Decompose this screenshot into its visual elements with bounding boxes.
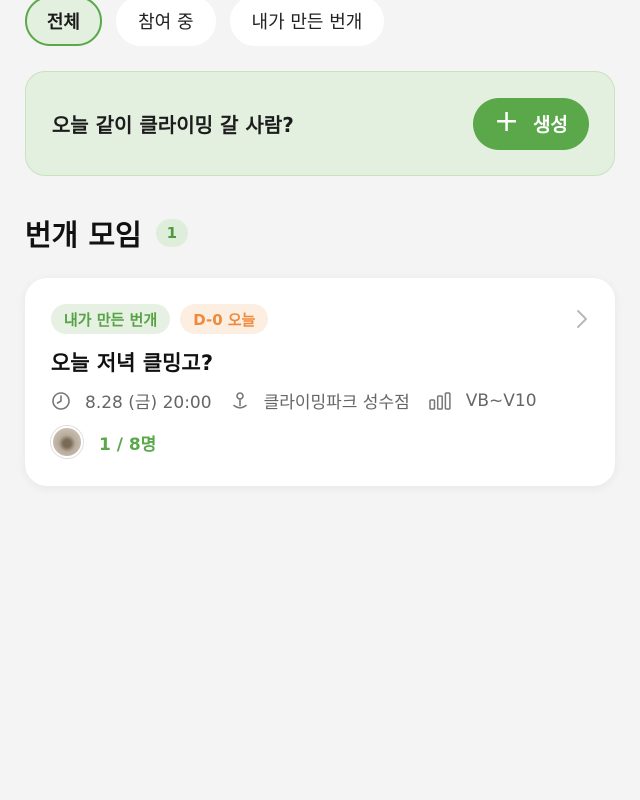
meetup-title: 오늘 저녁 클밍고? — [51, 351, 214, 375]
tag-dday: D-0 오늘 — [180, 304, 269, 334]
meetup-tags: 내가 만든 번개 D-0 오늘 — [51, 304, 269, 334]
tag-mine: 내가 만든 번개 — [51, 304, 171, 334]
member-count: 1 / 8명 — [99, 434, 157, 455]
meetup-card[interactable]: 내가 만든 번개 D-0 오늘 오늘 저녁 클밍고? 8.28 (금) 20:0… — [25, 278, 615, 486]
banner-text: 오늘 같이 클라이밍 갈 사람? — [52, 113, 294, 137]
create-button-label: 생성 — [533, 114, 569, 136]
meetup-level: VB~V10 — [465, 390, 537, 411]
plus-icon: + — [493, 104, 520, 139]
meetup-place: 클라이밍파크 성수점 — [263, 393, 410, 413]
count-badge: 1 — [155, 219, 188, 247]
create-banner: 오늘 같이 클라이밍 갈 사람? + 생성 — [25, 71, 615, 176]
filter-tabs: 전체 참여 중 내가 만든 번개 — [25, 0, 385, 46]
section-title: 번개 모임 — [25, 218, 142, 252]
section-header: 번개 모임 1 — [25, 212, 188, 254]
filter-mine-chip[interactable]: 내가 만든 번개 — [229, 0, 385, 46]
avatar — [51, 426, 83, 458]
meetup-members: 1 / 8명 — [51, 426, 156, 458]
level-bars-icon — [428, 391, 451, 410]
clock-icon — [52, 391, 70, 410]
filter-all-chip[interactable]: 전체 — [25, 0, 103, 46]
create-button[interactable]: + 생성 — [473, 97, 589, 150]
filter-participating-chip[interactable]: 참여 중 — [116, 0, 216, 46]
chevron-right-icon[interactable] — [575, 308, 589, 330]
meetup-meta: 8.28 (금) 20:00 클라이밍파크 성수점 VB~V10 — [51, 388, 555, 413]
meetup-datetime: 8.28 (금) 20:00 — [85, 393, 212, 413]
location-pin-icon — [232, 391, 247, 409]
